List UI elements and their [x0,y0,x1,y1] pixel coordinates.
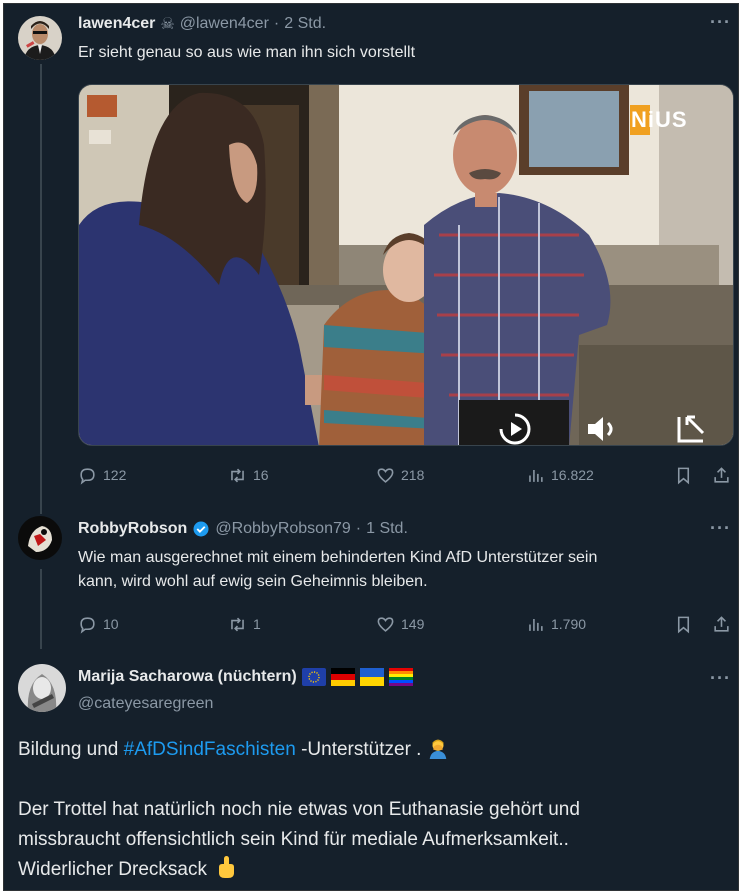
retweet-button[interactable]: 1 [228,612,261,636]
views-icon [529,469,543,482]
reply-icon [80,467,95,485]
reply-button[interactable]: 122 [78,463,126,487]
play-icon[interactable] [495,411,535,445]
handle-row: @cateyesaregreen [78,695,213,713]
handle[interactable]: @lawen4cer [180,15,269,33]
separator-dot: · [273,15,280,32]
tweet-text-line: Der Trottel hat natürlich noch nie etwas… [18,799,580,820]
thread-container: lawen4cer ☠ @lawen4cer · 2 Std. ··· Er s… [3,3,739,891]
more-icon[interactable]: ··· [710,12,731,33]
share-icon[interactable] [712,463,731,487]
tweet-header: RobbyRobson @RobbyRobson79 · 1 Std. [78,520,408,538]
retweet-count: 16 [253,467,269,483]
view-count: 16.822 [551,467,594,483]
views-button[interactable]: 1.790 [526,612,586,636]
bookmark-icon[interactable] [674,463,693,487]
tweet-text-line: Widerlicher Drecksack [18,855,733,885]
handle[interactable]: @RobbyRobson79 [215,520,350,538]
timestamp[interactable]: 2 Std. [284,15,326,33]
text-segment: Bildung und [18,739,124,760]
fullscreen-icon[interactable] [673,413,709,445]
tweet-text: Der Trottel hat natürlich noch nie etwas… [18,795,733,885]
separator-dot: · [355,520,362,537]
view-count: 1.790 [551,616,587,632]
like-button[interactable]: 149 [376,612,424,636]
media-logo: NiUS [631,107,688,132]
bookmark-icon[interactable] [674,612,693,636]
tweet-text-line: kann, wird wohl auf ewig sein Geheimnis … [78,573,428,590]
reply-count: 122 [103,467,127,483]
tweet-text: Er sieht genau so aus wie man ihn sich v… [78,44,416,61]
tweet-text-line: Bildung und #AfDSindFaschisten -Unterstü… [18,735,733,765]
timestamp[interactable]: 1 Std. [366,520,408,538]
name-emoji: ☠ [160,16,175,33]
tweet-header: Marija Sacharowa (nüchtern) [78,668,413,686]
retweet-count: 1 [253,616,261,632]
like-icon [377,616,394,632]
like-count: 218 [401,467,425,483]
share-icon[interactable] [712,612,731,636]
more-icon[interactable]: ··· [710,518,731,539]
like-count: 149 [401,616,425,632]
tweet-text: Wie man ausgerechnet mit einem behindert… [78,546,728,594]
eu-flag-icon [301,668,326,686]
display-name[interactable]: RobbyRobson [78,520,187,538]
rainbow-flag-icon [388,668,413,686]
verified-badge-icon [193,521,209,537]
thread-connector [40,569,42,649]
reply-icon [80,616,95,634]
avatar[interactable] [18,16,62,60]
retweet-icon [231,617,244,631]
video-frame [79,85,733,445]
like-icon [377,467,394,483]
display-name[interactable]: lawen4cer [78,15,155,33]
text-segment: Widerlicher Drecksack [18,859,207,880]
retweet-button[interactable]: 16 [228,463,269,487]
tweet-actions: 10 1 149 1.790 [78,612,734,636]
tweet-actions: 122 16 218 16.822 [78,463,734,487]
views-button[interactable]: 16.822 [526,463,594,487]
display-name[interactable]: Marija Sacharowa (nüchtern) [78,668,297,686]
views-icon [529,618,543,631]
hashtag-link[interactable]: #AfDSindFaschisten [124,739,296,760]
tweet-text: Bildung und #AfDSindFaschisten -Unterstü… [18,735,733,765]
thread-connector [40,64,42,514]
middle-finger-emoji-icon [219,856,235,878]
tweet-text-line: Wie man ausgerechnet mit einem behindert… [78,549,598,566]
avatar[interactable] [18,664,66,712]
tweet-header: lawen4cer ☠ @lawen4cer · 2 Std. [78,14,326,34]
germany-flag-icon [330,668,355,686]
text-segment: -Unterstützer . [295,739,422,760]
tweet-text-line: missbraucht offensichtlich sein Kind für… [18,829,569,850]
reply-button[interactable]: 10 [78,612,119,636]
reply-count: 10 [103,616,119,632]
person-facepalm-emoji-icon [429,739,446,759]
retweet-icon [231,468,244,482]
video-player[interactable]: NiUS [78,84,734,446]
avatar[interactable] [18,516,62,560]
volume-icon[interactable] [584,413,620,445]
ukraine-flag-icon [359,668,384,686]
more-icon[interactable]: ··· [710,668,731,689]
handle[interactable]: @cateyesaregreen [78,695,213,713]
like-button[interactable]: 218 [376,463,424,487]
